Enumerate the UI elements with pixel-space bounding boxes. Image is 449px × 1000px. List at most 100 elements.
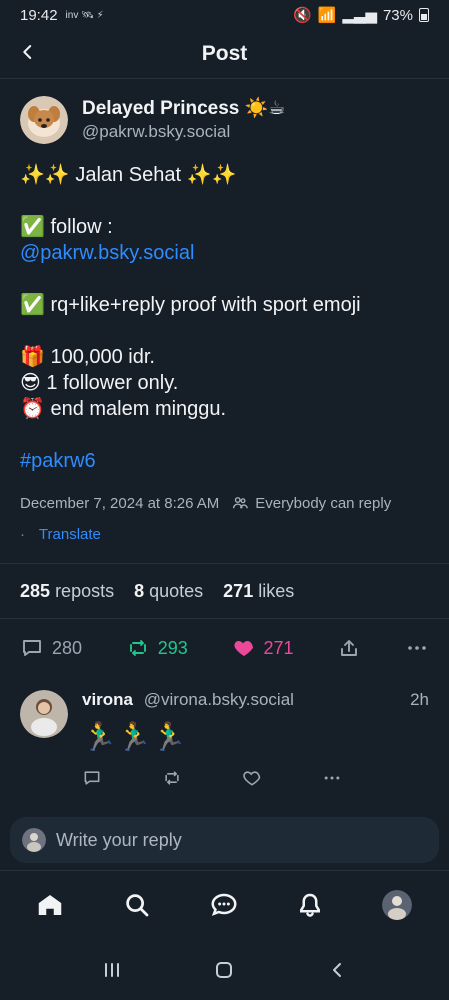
battery-icon bbox=[419, 8, 429, 22]
reposts-label: reposts bbox=[55, 580, 115, 601]
home-square-icon bbox=[216, 962, 233, 978]
like-button[interactable]: 271 bbox=[232, 636, 294, 660]
reply-composer[interactable]: Write your reply bbox=[10, 817, 439, 863]
reply-heart-icon[interactable] bbox=[242, 768, 262, 788]
post-line: ✅ follow : bbox=[20, 216, 113, 238]
profile-avatar-icon bbox=[382, 889, 412, 920]
hashtag-link[interactable]: #pakrw6 bbox=[20, 448, 429, 474]
post-body: ✨✨ Jalan Sehat ✨✨ ✅ follow : @pakrw.bsky… bbox=[20, 162, 429, 474]
status-time: 19:42 bbox=[20, 6, 58, 24]
comment-icon bbox=[23, 640, 41, 656]
post-line: 🎁 100,000 idr. bbox=[20, 346, 155, 368]
back-button[interactable] bbox=[14, 38, 42, 66]
repost-button[interactable]: 293 bbox=[126, 636, 188, 660]
status-bar: 19:42 inv 🛰 ⚡ 🔇 📶 ▂▃▅ 73% bbox=[0, 0, 449, 30]
likes-label: likes bbox=[258, 580, 295, 601]
post-header: Post bbox=[0, 30, 449, 79]
reply-comment-icon[interactable] bbox=[82, 768, 102, 788]
page-title: Post bbox=[201, 42, 248, 65]
reply-more-icon[interactable] bbox=[322, 768, 342, 788]
messages-tab[interactable] bbox=[207, 888, 241, 922]
author-avatar[interactable] bbox=[20, 96, 68, 144]
reposts-count: 285 bbox=[20, 580, 51, 601]
post-line: 😎 1 follower only. bbox=[20, 372, 179, 394]
translate-link[interactable]: · Translate bbox=[20, 526, 429, 543]
post-line: ⏰ end malem minggu. bbox=[20, 398, 227, 420]
reply-handle[interactable]: @virona.bsky.social bbox=[144, 690, 294, 709]
reply-main: virona @virona.bsky.social 2h 🏃‍♂️🏃‍♂️🏃‍… bbox=[82, 690, 429, 788]
chat-icon bbox=[210, 893, 237, 916]
reply-scope[interactable]: Everybody can reply bbox=[231, 494, 391, 512]
author-name[interactable]: Delayed Princess ☀️☕ bbox=[82, 97, 285, 121]
back-arrow-icon bbox=[332, 963, 341, 977]
post-meta: December 7, 2024 at 8:26 AM Everybody ca… bbox=[20, 494, 429, 512]
composer-placeholder: Write your reply bbox=[56, 829, 182, 850]
signal-icon: ▂▃▅ bbox=[342, 7, 377, 24]
home-button[interactable] bbox=[206, 952, 242, 988]
quotes-stat[interactable]: 8 quotes bbox=[134, 581, 203, 602]
likes-count: 271 bbox=[223, 580, 254, 601]
like-count: 271 bbox=[263, 637, 294, 658]
home-tab[interactable] bbox=[33, 888, 67, 922]
repost-icon bbox=[129, 640, 146, 656]
quotes-count: 8 bbox=[134, 580, 145, 601]
quotes-label: quotes bbox=[149, 580, 204, 601]
reply-repost-icon[interactable] bbox=[162, 768, 182, 788]
status-extra: inv 🛰 ⚡ bbox=[65, 9, 104, 21]
post-date: December 7, 2024 at 8:26 AM bbox=[20, 494, 220, 512]
reply-text: 🏃‍♂️🏃‍♂️🏃‍♂️ bbox=[82, 721, 187, 752]
mention-link[interactable]: @pakrw.bsky.social bbox=[20, 240, 429, 266]
composer-avatar-icon bbox=[22, 828, 46, 852]
share-icon bbox=[341, 640, 358, 656]
search-tab[interactable] bbox=[120, 888, 154, 922]
status-right: 🔇 📶 ▂▃▅ 73% bbox=[293, 6, 429, 24]
bottom-nav bbox=[0, 870, 449, 938]
heart-icon bbox=[233, 641, 253, 656]
post-stats: 285 reposts 8 quotes 271 likes bbox=[0, 563, 449, 619]
share-button[interactable] bbox=[337, 636, 361, 660]
reply-time: 2h bbox=[410, 690, 429, 709]
notifications-tab[interactable] bbox=[293, 888, 327, 922]
translate-dot: · bbox=[20, 526, 25, 543]
post-card: Delayed Princess ☀️☕ @pakrw.bsky.social … bbox=[20, 96, 429, 543]
reply-name[interactable]: virona bbox=[82, 690, 133, 709]
profile-tab[interactable] bbox=[380, 888, 414, 922]
reply-button[interactable]: 280 bbox=[20, 636, 82, 660]
post-line bbox=[20, 318, 429, 344]
post-line bbox=[20, 266, 429, 292]
more-button[interactable] bbox=[405, 636, 429, 660]
reply-author: virona @virona.bsky.social bbox=[82, 690, 294, 710]
system-navigation bbox=[0, 940, 449, 1000]
reply-avatar[interactable] bbox=[20, 690, 68, 738]
reply-scope-label: Everybody can reply bbox=[255, 494, 392, 512]
repost-count: 293 bbox=[157, 637, 188, 658]
home-icon bbox=[38, 894, 62, 915]
likes-stat[interactable]: 271 likes bbox=[223, 581, 294, 602]
system-back-button[interactable] bbox=[319, 952, 355, 988]
composer-avatar bbox=[22, 828, 46, 852]
post-actions: 280 293 271 bbox=[20, 628, 429, 668]
reposts-stat[interactable]: 285 reposts bbox=[20, 581, 114, 602]
search-icon bbox=[126, 893, 149, 916]
recent-apps-icon bbox=[105, 963, 120, 977]
reply-header: virona @virona.bsky.social 2h bbox=[82, 690, 429, 710]
author-info: Delayed Princess ☀️☕ @pakrw.bsky.social bbox=[82, 97, 285, 143]
author-handle[interactable]: @pakrw.bsky.social bbox=[82, 121, 285, 143]
mute-icon: 🔇 bbox=[292, 7, 312, 24]
people-icon bbox=[233, 497, 249, 509]
recent-apps-button[interactable] bbox=[94, 952, 130, 988]
chevron-left-icon bbox=[23, 45, 32, 59]
post-line: ✨✨ Jalan Sehat ✨✨ bbox=[20, 164, 237, 186]
post-line bbox=[20, 422, 429, 448]
more-icon bbox=[408, 646, 426, 650]
dog-avatar-icon bbox=[20, 96, 68, 144]
status-left: 19:42 inv 🛰 ⚡ bbox=[20, 7, 104, 24]
reply-count: 280 bbox=[52, 637, 83, 658]
profile-avatar bbox=[382, 889, 412, 920]
reply-item[interactable]: virona @virona.bsky.social 2h 🏃‍♂️🏃‍♂️🏃‍… bbox=[20, 690, 429, 788]
post-line bbox=[20, 188, 429, 214]
post-line: ✅ rq+like+reply proof with sport emoji bbox=[20, 294, 361, 316]
wifi-icon: 📶 bbox=[317, 7, 337, 24]
reply-actions bbox=[82, 768, 429, 788]
translate-label: Translate bbox=[38, 526, 101, 543]
